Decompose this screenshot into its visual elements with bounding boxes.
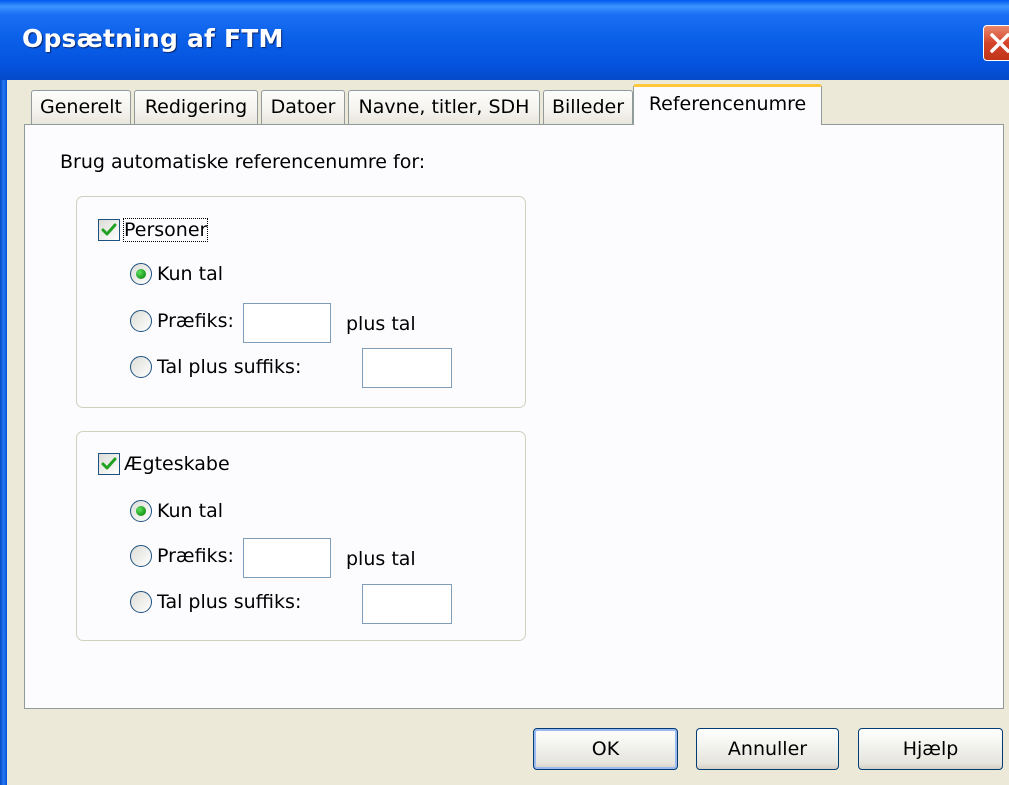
marriages-plus-numbers-label: plus tal: [346, 548, 416, 570]
ok-button[interactable]: OK: [533, 728, 678, 770]
close-icon: [990, 33, 1009, 53]
tab-label: Datoer: [270, 96, 336, 118]
tab-label: Navne, titler, SDH: [358, 96, 530, 118]
tab-label: Generelt: [40, 96, 122, 118]
tab-label: Referencenumre: [648, 93, 807, 115]
persons-plus-numbers-label: plus tal: [346, 313, 416, 335]
section-heading: Brug automatiske referencenumre for:: [60, 151, 426, 173]
marriages-checkbox[interactable]: [98, 453, 120, 475]
marriages-radio-only-numbers[interactable]: Kun tal: [130, 500, 223, 522]
persons-radio-only-numbers[interactable]: Kun tal: [130, 263, 223, 285]
tab-label: Billeder: [551, 96, 625, 118]
radio-label: Kun tal: [157, 263, 224, 285]
persons-checkbox[interactable]: [98, 219, 120, 241]
tab-datoer[interactable]: Datoer: [261, 90, 345, 124]
persons-radio-prefix[interactable]: Præfiks:: [130, 310, 234, 332]
marriages-checkbox-row[interactable]: Ægteskabe: [98, 453, 230, 475]
tab-label: Redigering: [144, 96, 248, 118]
check-icon: [101, 223, 117, 236]
check-icon: [101, 457, 117, 470]
persons-checkbox-row[interactable]: Personer: [98, 218, 209, 242]
marriages-radio-prefix[interactable]: Præfiks:: [130, 545, 234, 567]
tab-generelt[interactable]: Generelt: [31, 90, 131, 124]
radio-label: Tal plus suffiks:: [157, 356, 302, 378]
persons-radio-suffix[interactable]: Tal plus suffiks:: [130, 356, 301, 378]
radio-label: Præfiks:: [157, 310, 234, 332]
radio-button[interactable]: [130, 545, 152, 567]
cancel-button[interactable]: Annuller: [696, 728, 839, 770]
title-bar[interactable]: Opsætning af FTM: [0, 0, 1009, 80]
radio-button[interactable]: [130, 356, 152, 378]
window-title: Opsætning af FTM: [22, 24, 284, 53]
radio-button-checked[interactable]: [130, 263, 152, 285]
window-border-left: [0, 80, 7, 785]
radio-button[interactable]: [130, 310, 152, 332]
marriages-checkbox-label: Ægteskabe: [124, 453, 230, 475]
marriages-suffix-input[interactable]: [362, 584, 452, 624]
radio-label: Præfiks:: [157, 545, 234, 567]
tab-referencenumre[interactable]: Referencenumre: [633, 84, 822, 125]
persons-suffix-input[interactable]: [362, 348, 452, 388]
persons-prefix-input[interactable]: [243, 303, 331, 343]
marriages-prefix-input[interactable]: [243, 538, 331, 578]
radio-label: Tal plus suffiks:: [157, 591, 302, 613]
tab-redigering[interactable]: Redigering: [134, 90, 258, 124]
radio-button[interactable]: [130, 591, 152, 613]
help-button[interactable]: Hjælp: [858, 728, 1003, 770]
persons-checkbox-label: Personer: [122, 218, 209, 242]
tab-billeder[interactable]: Billeder: [543, 90, 633, 124]
marriages-radio-suffix[interactable]: Tal plus suffiks:: [130, 591, 301, 613]
close-button[interactable]: [983, 25, 1009, 61]
radio-button-checked[interactable]: [130, 500, 152, 522]
tab-navne-titler-sdh[interactable]: Navne, titler, SDH: [348, 90, 540, 124]
radio-label: Kun tal: [157, 500, 224, 522]
